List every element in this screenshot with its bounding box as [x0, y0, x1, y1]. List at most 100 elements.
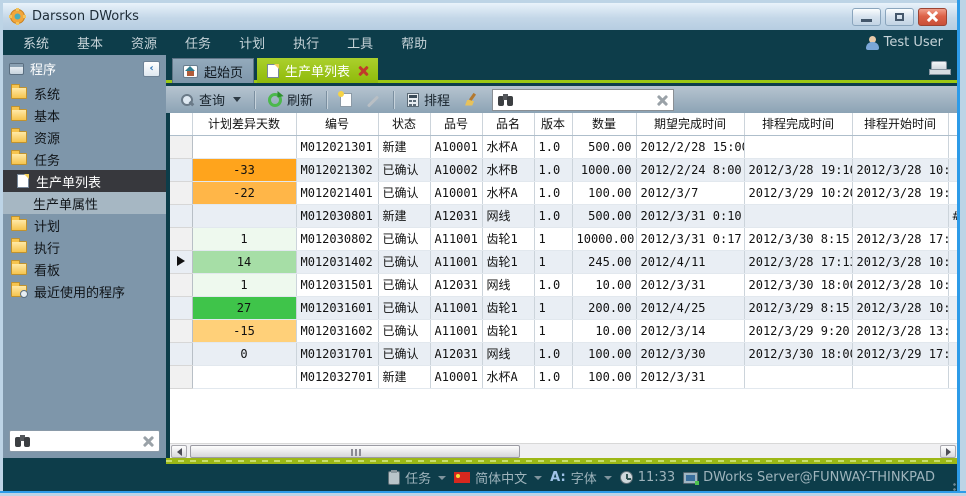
minimize-icon [861, 19, 872, 22]
query-button[interactable]: 查询 [176, 88, 245, 111]
cell-qty: 100.00 [572, 342, 636, 365]
column-header-11[interactable]: 算法 [948, 113, 957, 135]
column-header-10[interactable]: 排程开始时间 [852, 113, 948, 135]
menu-item-8[interactable]: 帮助 [401, 33, 427, 52]
column-header-4[interactable]: 品号 [430, 113, 482, 135]
sidebar-item-label: 计划 [34, 216, 60, 235]
sidebar-item-2[interactable]: 基本 [3, 104, 166, 126]
sidebar-item-5[interactable]: 生产单列表 [3, 170, 166, 192]
tab-start-page[interactable]: 起始页 [172, 58, 254, 83]
menu-item-2[interactable]: 基本 [77, 33, 103, 52]
cell-expect: 2012/2/24 8:00 [636, 158, 744, 181]
cell-sched_start: 2012/3/28 10:52 [852, 250, 948, 273]
grid-header-row: 计划差异天数编号状态品号品名版本数量期望完成时间排程完成时间排程开始时间算法 [170, 113, 957, 135]
table-row[interactable]: 14M012031402已确认A11001齿轮11245.002012/4/11… [170, 250, 957, 273]
column-header-3[interactable]: 状态 [378, 113, 430, 135]
table-row[interactable]: 0M012031701已确认A12031网线1.0100.002012/3/30… [170, 342, 957, 365]
table-row[interactable]: -15M012031602已确认A11001齿轮1110.002012/3/14… [170, 319, 957, 342]
new-button[interactable] [336, 91, 356, 109]
table-row[interactable]: 27M012031601已确认A11001齿轮11200.002012/4/25… [170, 296, 957, 319]
toolbar-search-clear-icon[interactable] [656, 94, 668, 106]
sidebar-item-3[interactable]: 资源 [3, 126, 166, 148]
cell-qty: 10000.00 [572, 227, 636, 250]
toolbar-search-input[interactable] [513, 93, 656, 107]
cell-part: A11001 [430, 250, 482, 273]
scroll-right-button[interactable] [940, 445, 956, 458]
scroll-left-button[interactable] [171, 445, 187, 458]
cell-sched_end: 2012/3/29 8:15 [744, 296, 852, 319]
row-indicator-cell [170, 319, 192, 342]
menu-item-4[interactable]: 任务 [185, 33, 211, 52]
status-language-menu[interactable]: 简体中文 [454, 468, 542, 487]
table-row[interactable]: M012032701新建A10001水杯A1.0100.002012/3/31 [170, 365, 957, 388]
cell-code: M012031701 [296, 342, 378, 365]
tab-close-icon[interactable] [358, 66, 368, 76]
sidebar-item-10[interactable]: 最近使用的程序 [3, 280, 166, 302]
horizontal-scrollbar[interactable] [170, 443, 957, 458]
sidebar-item-8[interactable]: 执行 [3, 236, 166, 258]
edit-button[interactable] [362, 96, 384, 103]
table-row[interactable]: -22M012021401已确认A10001水杯A1.0100.002012/3… [170, 181, 957, 204]
table-row[interactable]: M012030801新建A12031网线1.0500.002012/3/31 0… [170, 204, 957, 227]
sidebar-collapse-button[interactable]: ‹ [143, 61, 160, 77]
sidebar-item-9[interactable]: 看板 [3, 258, 166, 280]
tab-production-order-list[interactable]: 生产单列表 [257, 58, 378, 83]
chevron-down-icon [534, 476, 542, 480]
column-header-7[interactable]: 数量 [572, 113, 636, 135]
cell-sched_end: 2012/3/28 17:13 [744, 250, 852, 273]
column-header-6[interactable]: 版本 [534, 113, 572, 135]
table-row[interactable]: 1M012031501已确认A12031网线1.010.002012/3/312… [170, 273, 957, 296]
cell-expect: 2012/3/31 [636, 273, 744, 296]
refresh-button[interactable]: 刷新 [264, 88, 317, 111]
cell-name: 网线 [482, 273, 534, 296]
column-header-9[interactable]: 排程完成时间 [744, 113, 852, 135]
cell-ver: 1.0 [534, 135, 572, 158]
cell-expect: 2012/3/31 [636, 365, 744, 388]
column-header-1[interactable]: 计划差异天数 [192, 113, 296, 135]
close-button[interactable] [918, 8, 947, 26]
scrollbar-thumb[interactable] [190, 445, 520, 458]
sidebar-search-box[interactable] [9, 430, 160, 452]
menu-item-3[interactable]: 资源 [131, 33, 157, 52]
menu-item-7[interactable]: 工具 [347, 33, 373, 52]
menu-item-1[interactable]: 系统 [23, 33, 49, 52]
cell-part: A11001 [430, 296, 482, 319]
status-font-menu[interactable]: A: 字体 [550, 468, 612, 487]
home-icon [183, 65, 198, 78]
toolbar-search-box[interactable] [492, 89, 674, 111]
sidebar-item-4[interactable]: 任务 [3, 148, 166, 170]
cell-name: 齿轮1 [482, 319, 534, 342]
current-user[interactable]: Test User [866, 35, 957, 50]
chevron-down-icon[interactable] [233, 97, 241, 102]
sidebar-item-1[interactable]: 系统 [3, 82, 166, 104]
clean-button[interactable] [460, 91, 482, 109]
maximize-button[interactable] [885, 8, 914, 26]
menu-item-6[interactable]: 执行 [293, 33, 319, 52]
arrow-left-icon [177, 448, 182, 456]
folder-icon [11, 263, 27, 275]
cell-sched_end: 2012/3/30 18:00 [744, 342, 852, 365]
column-header-2[interactable]: 编号 [296, 113, 378, 135]
table-row[interactable]: 1M012030802已确认A11001齿轮1110000.002012/3/3… [170, 227, 957, 250]
sidebar-search-input[interactable] [30, 434, 142, 448]
schedule-button[interactable]: 排程 [403, 88, 454, 111]
sidebar-item-6[interactable]: 生产单属性 [3, 192, 166, 214]
cell-diff: -22 [192, 181, 296, 204]
cell-extra [948, 135, 957, 158]
column-header-5[interactable]: 品名 [482, 113, 534, 135]
table-row[interactable]: -33M012021302已确认A10002水杯B1.01000.002012/… [170, 158, 957, 181]
sidebar-item-7[interactable]: 计划 [3, 214, 166, 236]
cell-ver: 1 [534, 250, 572, 273]
minimize-button[interactable] [852, 8, 881, 26]
cell-extra [948, 365, 957, 388]
status-task-menu[interactable]: 任务 [388, 468, 446, 487]
column-header-8[interactable]: 期望完成时间 [636, 113, 744, 135]
cell-qty: 100.00 [572, 365, 636, 388]
table-row[interactable]: M012021301新建A10001水杯A1.0500.002012/2/28 … [170, 135, 957, 158]
user-icon [866, 36, 879, 50]
sidebar-search-clear-icon[interactable] [142, 435, 154, 447]
tab-list-button[interactable] [931, 61, 947, 73]
menu-item-5[interactable]: 计划 [239, 33, 265, 52]
content-area: 起始页 生产单列表 查询 刷新 [166, 55, 957, 458]
document-icon [17, 174, 29, 188]
